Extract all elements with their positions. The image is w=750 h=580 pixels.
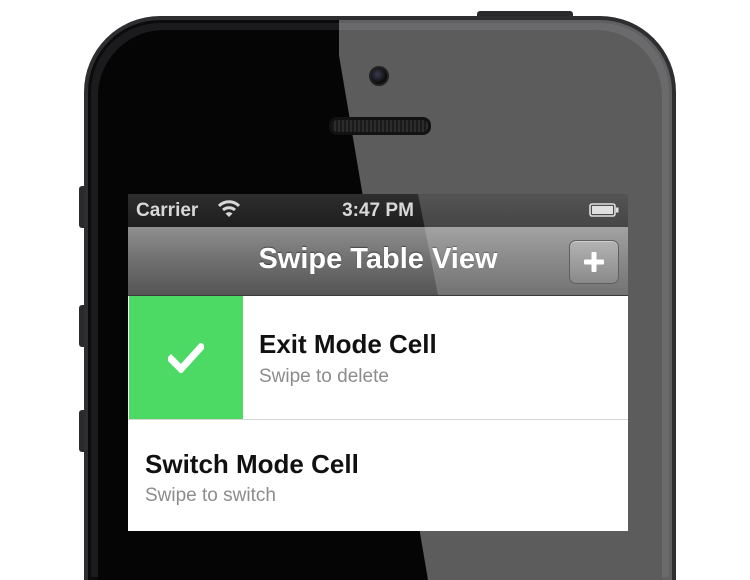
cell-title: Exit Mode Cell — [259, 329, 437, 359]
cell-subtitle: Swipe to switch — [145, 485, 276, 506]
table-row[interactable]: Switch Mode Cell Swipe to switch — [128, 420, 628, 531]
status-time: 3:47 PM — [342, 200, 414, 221]
app-screen: Carrier 3:47 PM Swipe Table View Exit Mo… — [128, 194, 628, 531]
front-camera — [369, 66, 389, 86]
cell-subtitle: Swipe to delete — [259, 366, 389, 387]
add-button[interactable] — [569, 240, 619, 284]
checkmark-icon — [168, 342, 204, 373]
table-row[interactable]: Exit Mode Cell Swipe to delete — [128, 296, 628, 420]
status-bar: Carrier 3:47 PM — [128, 194, 628, 227]
navigation-bar: Swipe Table View — [128, 227, 628, 296]
swipe-action-background[interactable] — [129, 296, 243, 419]
nav-title: Swipe Table View — [258, 243, 498, 275]
cell-title: Switch Mode Cell — [145, 449, 359, 479]
earpiece-speaker — [329, 117, 431, 135]
plus-icon — [584, 252, 604, 272]
battery-icon — [589, 203, 619, 217]
